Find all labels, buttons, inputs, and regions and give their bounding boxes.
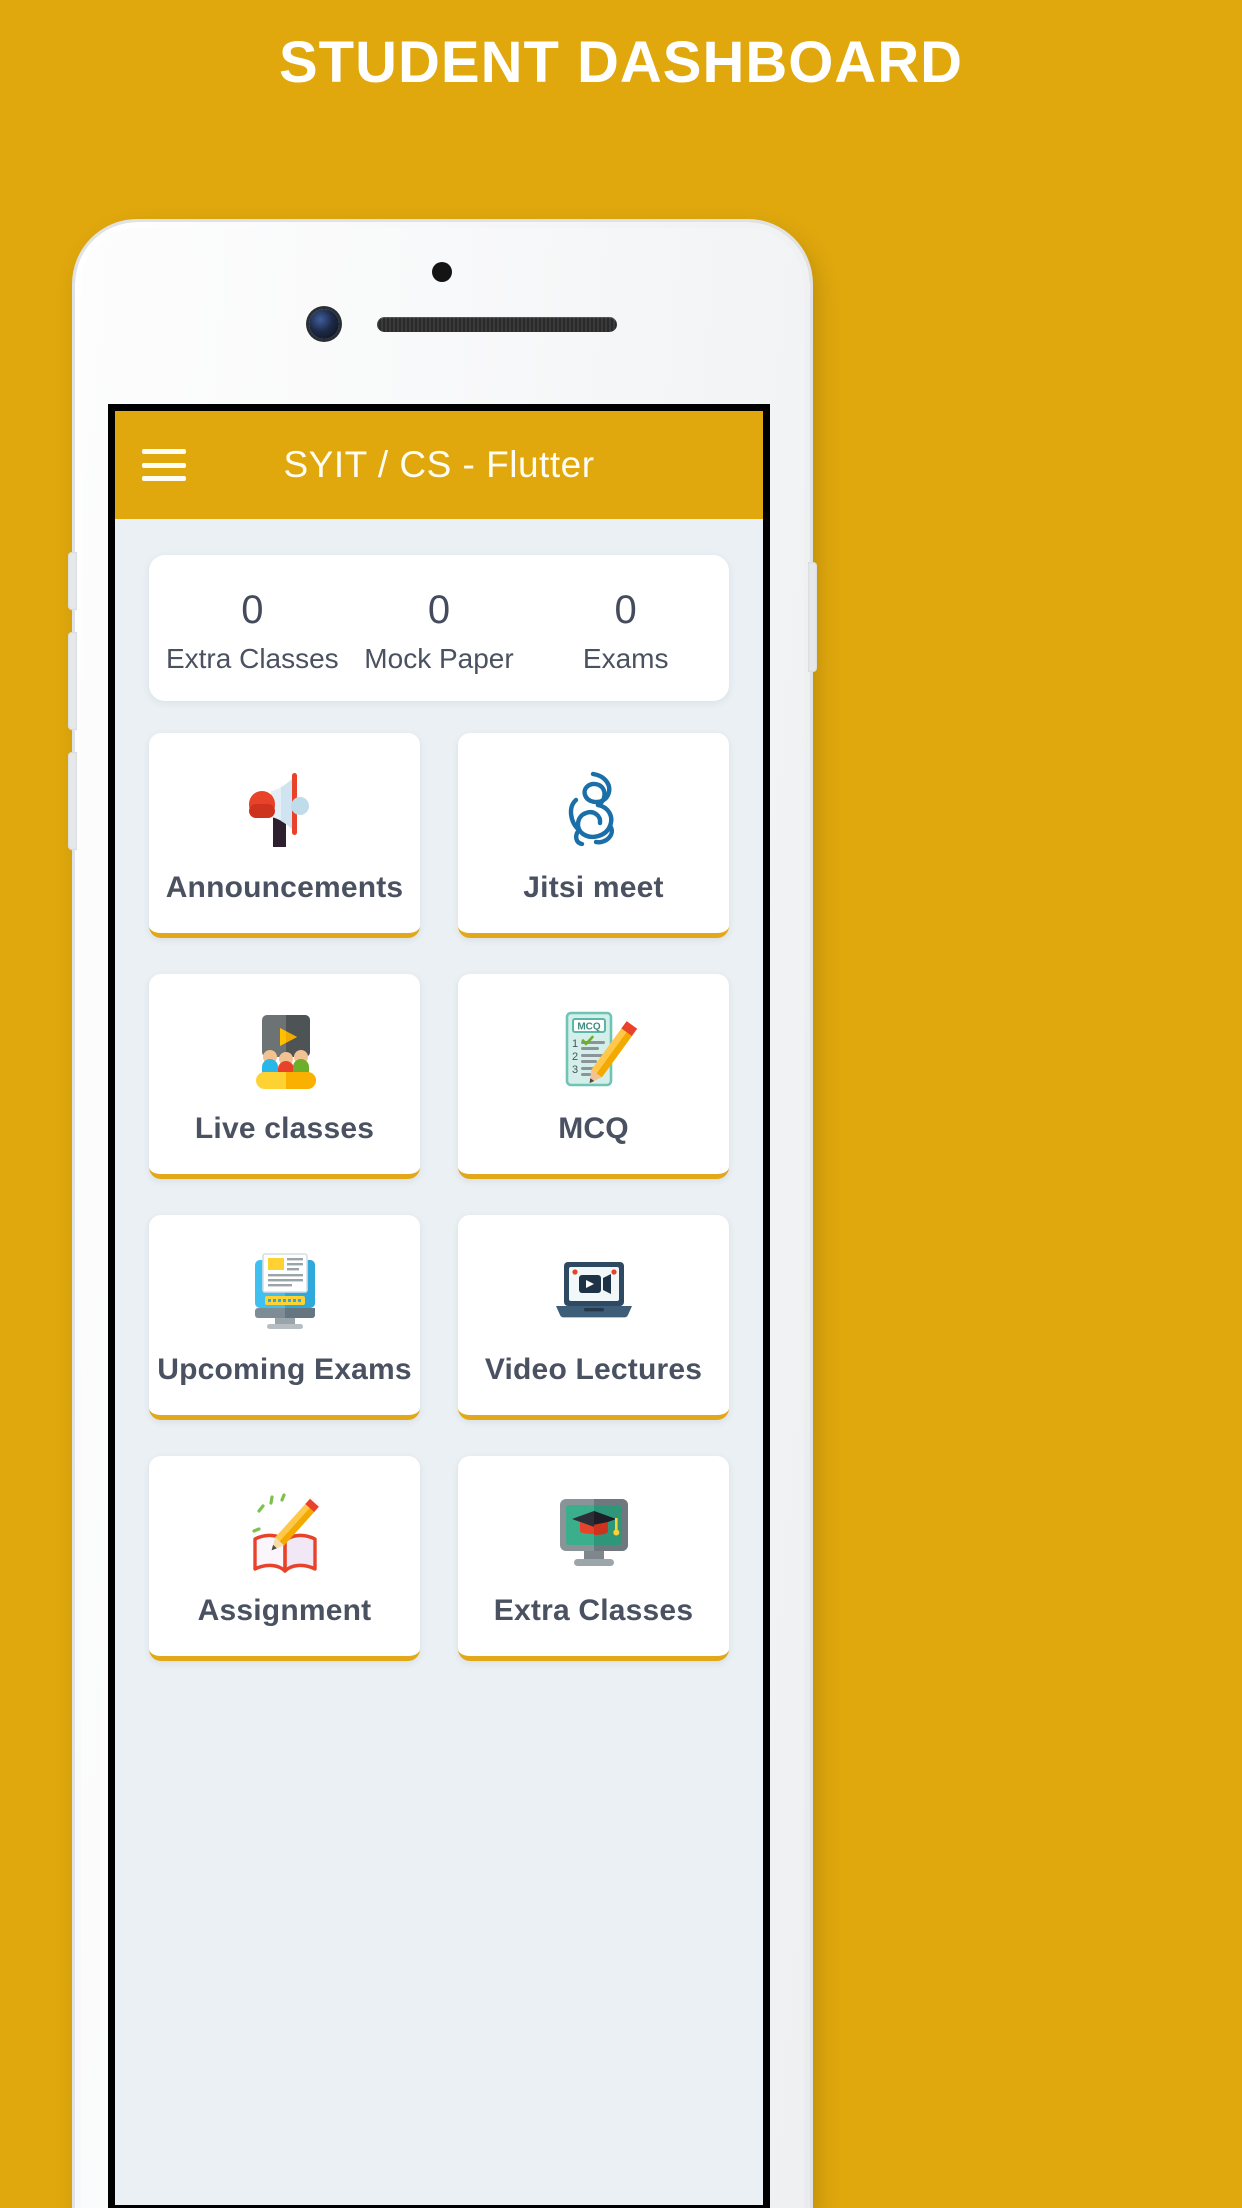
stat-label: Extra Classes (165, 643, 339, 674)
svg-text:3: 3 (572, 1064, 578, 1076)
tile-mcq[interactable]: MCQ 123 MCQ (458, 974, 729, 1179)
stat-value: 0 (427, 588, 451, 632)
stat-exams[interactable]: 0 Exams (532, 585, 719, 675)
svg-text:2: 2 (572, 1051, 578, 1063)
tile-announcements[interactable]: Announcements (149, 733, 420, 938)
mcq-checklist-pencil-icon: MCQ 123 (546, 1002, 642, 1098)
tile-jitsi-meet[interactable]: Jitsi meet (458, 733, 729, 938)
app-bar-title: SYIT / CS - Flutter (283, 444, 595, 485)
svg-text:MCQ: MCQ (577, 1022, 601, 1033)
stat-extra-classes[interactable]: 0 Extra Classes (159, 585, 346, 675)
laptop-video-icon (546, 1243, 642, 1339)
dashboard-tile-grid: Announcements Jitsi meet Live classes MC… (149, 733, 729, 1661)
camera-dot-icon (432, 262, 452, 282)
phone-screen: SYIT / CS - Flutter 0 Extra Classes 0 Mo… (108, 404, 770, 2208)
stat-mock-paper[interactable]: 0 Mock Paper (346, 585, 533, 675)
tile-upcoming-exams[interactable]: Upcoming Exams (149, 1215, 420, 1420)
stat-value: 0 (614, 588, 637, 632)
stat-value: 0 (241, 588, 264, 632)
dashboard-content: 0 Extra Classes 0 Mock Paper 0 Exams Ann… (115, 519, 763, 1661)
tile-label: Jitsi meet (523, 871, 664, 904)
monitor-graduation-cap-icon (546, 1484, 642, 1580)
page-title: STUDENT DASHBOARD (279, 30, 963, 95)
tile-label: Assignment (197, 1594, 372, 1627)
tile-label: MCQ (558, 1112, 629, 1145)
phone-mockup: SYIT / CS - Flutter 0 Extra Classes 0 Mo… (68, 222, 817, 2208)
tile-video-lectures[interactable]: Video Lectures (458, 1215, 729, 1420)
megaphone-icon (237, 761, 333, 857)
tile-label: Video Lectures (484, 1353, 703, 1386)
front-camera-icon (309, 309, 339, 339)
phone-power-button (808, 562, 817, 672)
jitsi-logo-icon (546, 761, 642, 857)
stat-label: Mock Paper (364, 643, 514, 674)
phone-volume-down-button (68, 632, 77, 730)
tile-label: Live classes (194, 1112, 375, 1145)
phone-side-button (68, 752, 77, 850)
tile-label: Announcements (165, 871, 404, 904)
earpiece-speaker-icon (377, 317, 617, 332)
live-class-screen-icon (237, 1002, 333, 1098)
tile-assignment[interactable]: Assignment (149, 1456, 420, 1661)
hamburger-menu-icon[interactable] (142, 449, 186, 481)
book-pencil-icon (237, 1484, 333, 1580)
desktop-monitor-paper-icon (237, 1243, 333, 1339)
stats-summary-card: 0 Extra Classes 0 Mock Paper 0 Exams (149, 555, 729, 701)
stat-label: Exams (582, 643, 669, 674)
phone-volume-up-button (68, 552, 77, 610)
tile-live-classes[interactable]: Live classes (149, 974, 420, 1179)
svg-text:1: 1 (572, 1038, 578, 1050)
tile-label: Upcoming Exams (157, 1353, 412, 1386)
tile-extra-classes[interactable]: Extra Classes (458, 1456, 729, 1661)
app-bar: SYIT / CS - Flutter (115, 411, 763, 519)
tile-label: Extra Classes (493, 1594, 694, 1627)
